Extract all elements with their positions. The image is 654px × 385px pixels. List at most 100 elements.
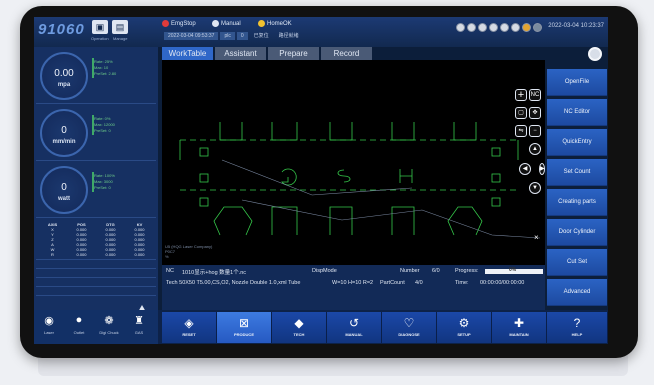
arrow-up-icon[interactable]: ▲ xyxy=(529,143,541,155)
set-count-button[interactable]: Set Count xyxy=(547,159,607,186)
arrow-left-icon[interactable]: ◀ xyxy=(519,163,531,175)
speed-rates: Rate: 0% Max: 12000 PreSet: 0 xyxy=(94,116,115,133)
digi-chuck-icon: ❁ xyxy=(104,315,114,327)
pressure-meter: 0.00 mpa Rate: 25% Max: 10 PreSet: 2.80 xyxy=(36,49,156,104)
part-dims: W=10 H=10 R=2 xyxy=(332,280,374,286)
door-cylinder-button[interactable]: Door Cylinder xyxy=(547,219,607,246)
digi-chuck-control[interactable]: ❁ Digi Chuck xyxy=(97,314,121,335)
power-meter: 0 watt Rate: 100% Max: 3000 PreSet: 0 xyxy=(36,163,156,218)
outlet-control[interactable]: ● Outlet xyxy=(67,314,91,335)
cut-path-drawing: × xyxy=(179,122,541,242)
maintain-icon: ✚ xyxy=(513,316,525,330)
job-info-panel: NC 1010显示+hog 数量1个.nc DispMode Number 6/… xyxy=(162,265,545,310)
nav-produce[interactable]: ⊠ PRODUCE xyxy=(217,312,272,343)
manual-icon xyxy=(212,20,219,27)
nav-setup[interactable]: ⚙ SETUP xyxy=(437,312,492,343)
nav-diagnose[interactable]: ♡ DIAGNOSE xyxy=(382,312,437,343)
number-value: 6/0 xyxy=(432,268,440,274)
home-icon xyxy=(258,20,265,27)
speed-unit: mm/min xyxy=(52,139,76,145)
hmi-screen: 91060 ▣ Operation ▤ Manage EmgStop Manua… xyxy=(34,17,608,344)
left-panel: 0.00 mpa Rate: 25% Max: 10 PreSet: 2.80 … xyxy=(34,47,158,312)
progress-percent: 0% xyxy=(509,267,517,273)
produce-icon: ⊠ xyxy=(238,316,250,330)
power-value: 0 xyxy=(61,182,67,193)
clock: 2022-03-04 10:23:37 xyxy=(548,23,604,29)
aux-control-strip: ◉ Laser ● Outlet ❁ Digi Chuck ♜ GAS xyxy=(34,310,158,344)
temp-icon[interactable] xyxy=(500,23,509,32)
laser-icon: ◉ xyxy=(44,315,54,327)
help-icon: ? xyxy=(573,316,581,330)
outlet-icon: ● xyxy=(75,314,83,326)
zoom-fit-icon[interactable]: ▢ xyxy=(515,107,527,119)
alarm-icon[interactable] xyxy=(522,23,531,32)
creating-parts-button[interactable]: Creating parts xyxy=(547,189,607,216)
number-key: Number xyxy=(400,268,420,274)
cut-preview-canvas[interactable]: × + NC ▢ ✥ ⇋ − ▲ ◀ ▶ ▼ U5 (HQG Laser Com… xyxy=(162,60,545,265)
lock-icon[interactable] xyxy=(489,23,498,32)
info-icon[interactable] xyxy=(456,23,465,32)
nav-maintain[interactable]: ✚ MAINTAIN xyxy=(492,312,547,343)
mirror-icon[interactable]: ⇋ xyxy=(515,125,527,137)
tab-worktable[interactable]: WorkTable xyxy=(162,47,213,60)
nc-toggle-button[interactable]: NC xyxy=(529,89,541,101)
tab-record[interactable]: Record xyxy=(321,47,372,60)
tab-assistant[interactable]: Assistant xyxy=(215,47,266,60)
manage-icon[interactable]: ▤ xyxy=(112,20,128,34)
operation-icon[interactable]: ▣ xyxy=(92,20,108,34)
pressure-value: 0.00 xyxy=(54,68,74,79)
tab-prepare[interactable]: Prepare xyxy=(268,47,319,60)
nc-file-name: 1010显示+hog 数量1个.nc xyxy=(182,270,247,276)
nav-help[interactable]: ? HELP xyxy=(547,312,608,343)
table-row: R 0.000 0.000 0.000 xyxy=(51,252,145,257)
status-icon-group xyxy=(456,23,542,32)
setup-icon: ⚙ xyxy=(458,316,470,330)
quickentry-button[interactable]: QuickEntry xyxy=(547,129,607,156)
nc-key: NC xyxy=(166,268,174,274)
diagnose-icon: ♡ xyxy=(403,316,415,330)
app-logo: 91060 xyxy=(38,21,85,38)
bottom-nav-bar: ◉ Laser ● Outlet ❁ Digi Chuck ♜ GAS ◈ RE… xyxy=(34,310,608,344)
homeok-status: HomeOK xyxy=(258,20,292,27)
nav-reset[interactable]: ◈ RESET xyxy=(162,312,217,343)
tab-bar: WorkTable Assistant Prepare Record xyxy=(162,47,372,60)
reset-icon: ◈ xyxy=(184,316,194,330)
system-button[interactable] xyxy=(588,47,602,61)
laser-control[interactable]: ◉ Laser xyxy=(37,314,61,335)
move-icon[interactable]: ✥ xyxy=(529,107,541,119)
network-icon[interactable] xyxy=(511,23,520,32)
openfile-button[interactable]: OpenFile xyxy=(547,69,607,96)
power-icon[interactable] xyxy=(467,23,476,32)
tech-icon: ◆ xyxy=(294,316,304,330)
speed-meter: 0 mm/min Rate: 0% Max: 12000 PreSet: 0 xyxy=(36,106,156,161)
nav-tech[interactable]: ◆ TECH xyxy=(272,312,327,343)
power-gauge: 0 watt xyxy=(40,166,88,214)
progress-key: Progress: xyxy=(455,268,479,274)
partcount-key: PartCount xyxy=(380,280,405,286)
top-bar: 91060 ▣ Operation ▤ Manage EmgStop Manua… xyxy=(34,17,608,47)
progress-bar: 0% xyxy=(485,267,543,274)
nav-manual[interactable]: ↺ MANUAL xyxy=(327,312,382,343)
arrow-down-icon[interactable]: ▼ xyxy=(529,182,541,194)
emgstop-status: EmgStop xyxy=(162,20,196,27)
light-icon[interactable] xyxy=(478,23,487,32)
cut-set-button[interactable]: Cut Set xyxy=(547,249,607,276)
speed-value: 0 xyxy=(61,125,67,136)
speed-gauge: 0 mm/min xyxy=(40,109,88,157)
advanced-button[interactable]: Advanced xyxy=(547,279,607,306)
partcount-value: 4/0 xyxy=(415,280,423,286)
pressure-unit: mpa xyxy=(57,82,71,88)
file-status-line: 2022-03-04 09:53:37 plc 0 已复位 路径就绪 xyxy=(164,32,303,40)
zoom-in-icon[interactable]: + xyxy=(515,89,527,101)
camera-icon[interactable] xyxy=(533,23,542,32)
power-rates: Rate: 100% Max: 3000 PreSet: 0 xyxy=(94,173,115,190)
gas-control[interactable]: ♜ GAS xyxy=(127,314,151,335)
operation-label: Operation xyxy=(91,36,109,41)
svg-text:×: × xyxy=(534,233,539,242)
disp-mode: DispMode xyxy=(312,268,337,274)
nc-editor-button[interactable]: NC Editor xyxy=(547,99,607,126)
nc-message-log: U5 (HQG Laser Company) P0C7 % xyxy=(165,244,213,259)
pressure-gauge: 0.00 mpa xyxy=(40,52,88,100)
left-panel-dividers xyxy=(36,259,156,304)
zoom-out-icon[interactable]: − xyxy=(529,125,541,137)
